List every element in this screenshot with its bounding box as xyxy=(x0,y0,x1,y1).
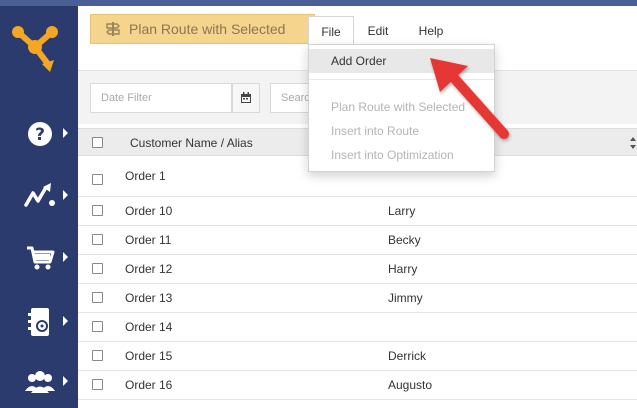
sidebar-item-routes[interactable] xyxy=(10,176,70,216)
column-header-customer-name[interactable]: Customer Name / Alias xyxy=(130,129,253,157)
row-checkbox[interactable] xyxy=(92,234,103,245)
row-checkbox[interactable] xyxy=(92,350,103,361)
row-checkbox[interactable] xyxy=(92,379,103,390)
date-filter-input[interactable]: Date Filter xyxy=(90,83,232,113)
table-row[interactable]: Order 13 Jimmy xyxy=(78,284,637,313)
row-alias: Larry xyxy=(388,204,416,218)
file-menu-dropdown: Add Order Plan Route with Selected Inser… xyxy=(308,44,495,172)
chevron-right-icon xyxy=(63,128,68,138)
calendar-icon xyxy=(241,92,251,103)
menu-help[interactable]: Help xyxy=(406,16,456,46)
sort-icon[interactable] xyxy=(629,135,637,151)
table-row[interactable]: Order 15 Derrick xyxy=(78,342,637,371)
menu-edit-label: Edit xyxy=(367,24,389,38)
menu-item-add-order[interactable]: Add Order xyxy=(309,49,494,73)
menu-file[interactable]: File xyxy=(308,16,354,46)
team-icon xyxy=(25,371,55,393)
cart-icon xyxy=(27,246,55,270)
menu-file-label: File xyxy=(321,24,341,39)
table-row[interactable]: Order 14 xyxy=(78,313,637,342)
menu-item-label: Insert into Route xyxy=(331,124,420,138)
calendar-button[interactable] xyxy=(232,83,260,113)
row-name: Order 11 xyxy=(125,233,172,247)
chevron-right-icon xyxy=(63,252,68,262)
row-checkbox[interactable] xyxy=(92,321,103,332)
chevron-right-icon xyxy=(63,316,68,326)
table-row[interactable]: Order 10 Larry xyxy=(78,197,637,226)
row-alias: Jimmy xyxy=(388,291,423,305)
menu-item-label: Plan Route with Selected xyxy=(331,100,466,114)
menu-help-label: Help xyxy=(418,24,444,38)
select-all-checkbox[interactable] xyxy=(92,137,103,148)
table-row[interactable]: Order 11 Becky xyxy=(78,226,637,255)
row-name: Order 15 xyxy=(125,349,173,363)
menu-item-plan-route[interactable]: Plan Route with Selected xyxy=(309,95,494,119)
menu-item-label: Insert into Optimization xyxy=(331,148,454,162)
chevron-right-icon xyxy=(63,190,68,200)
row-checkbox[interactable] xyxy=(92,205,103,216)
row-checkbox[interactable] xyxy=(92,292,103,303)
svg-text:?: ? xyxy=(35,125,45,145)
row-checkbox[interactable] xyxy=(92,263,103,274)
row-alias: Augusto xyxy=(388,378,433,392)
help-icon: ? xyxy=(28,122,52,146)
chevron-right-icon xyxy=(63,376,68,386)
menu-separator xyxy=(309,79,494,80)
routes-icon xyxy=(24,183,55,207)
route-signpost-icon xyxy=(106,22,120,36)
sidebar-item-team[interactable] xyxy=(10,362,70,402)
date-filter-placeholder: Date Filter xyxy=(101,92,152,104)
table-row[interactable]: Order 16 Augusto xyxy=(78,371,637,400)
sidebar-item-orders[interactable] xyxy=(10,238,70,278)
row-alias: Derrick xyxy=(388,349,426,363)
row-name: Order 10 xyxy=(125,204,173,218)
menu-item-label: Add Order xyxy=(331,54,387,68)
plan-route-button[interactable]: Plan Route with Selected xyxy=(90,14,315,44)
row-name: Order 12 xyxy=(125,262,173,276)
menu-item-insert-into-route[interactable]: Insert into Route xyxy=(309,119,494,143)
row-name: Order 16 xyxy=(125,378,173,392)
sidebar-item-help[interactable]: ? xyxy=(10,114,70,154)
row-checkbox[interactable] xyxy=(92,174,103,185)
app-logo-icon[interactable] xyxy=(8,20,62,74)
plan-route-label: Plan Route with Selected xyxy=(129,21,286,37)
main-panel: Plan Route with Selected File Edit Help … xyxy=(78,6,637,408)
menu-item-insert-into-optimization[interactable]: Insert into Optimization xyxy=(309,143,494,167)
row-alias: Becky xyxy=(388,233,421,247)
row-name: Order 1 xyxy=(125,169,166,183)
row-alias: Harry xyxy=(388,262,418,276)
row-name: Order 13 xyxy=(125,291,173,305)
table-row[interactable]: Order 12 Harry xyxy=(78,255,637,284)
address-book-icon xyxy=(28,308,49,336)
sidebar: ? xyxy=(0,6,78,408)
row-name: Order 14 xyxy=(125,320,173,334)
sidebar-item-addresses[interactable] xyxy=(10,302,70,342)
menu-edit[interactable]: Edit xyxy=(358,16,398,46)
